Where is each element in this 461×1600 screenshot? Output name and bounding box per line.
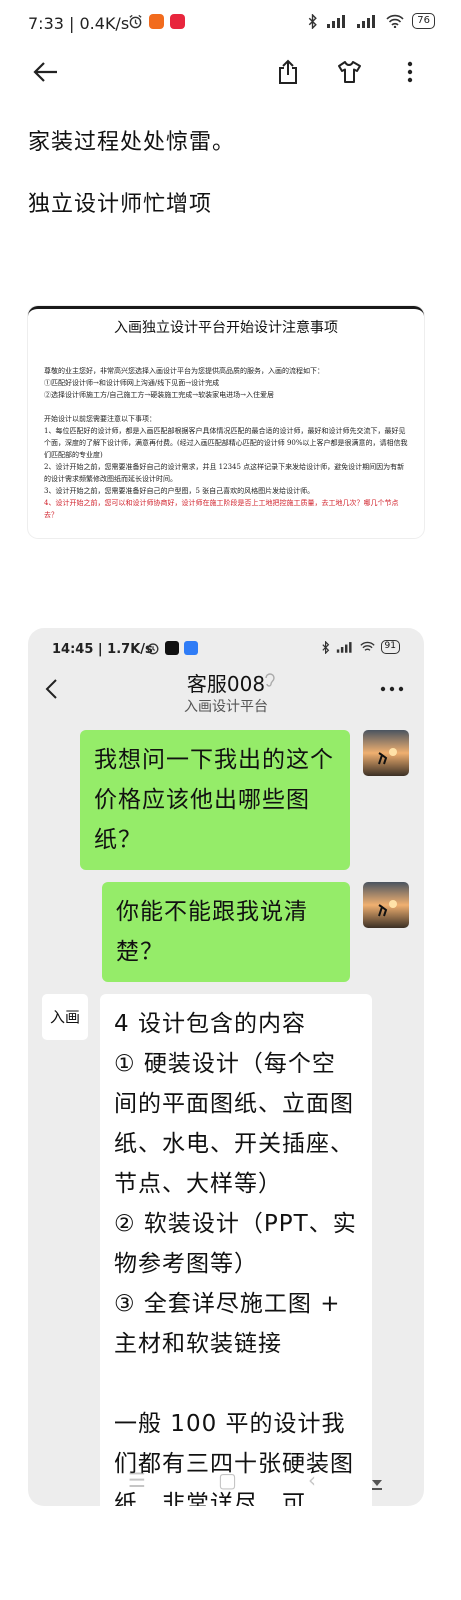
post-text-line: 家装过程处处惊雷。 — [28, 130, 236, 155]
chat-status-right-icons: 91 — [321, 640, 400, 654]
document-paragraph: 2、设计开始之前，您需要准备好自己的设计需求，并且 12345 点这样记录下来发… — [44, 463, 405, 483]
document-paragraph: 3、设计开始之前，您需要准备好自己的户型图，5 张自己喜欢的风格图片发给设计师。 — [44, 487, 315, 495]
alarm-icon — [147, 643, 159, 655]
avatar — [363, 882, 409, 928]
signal-icon — [336, 642, 352, 653]
chat-status-bar: 14:45 | 1.7K/s 91 — [28, 628, 424, 668]
message-bubble-sent: 我想问一下我出的这个价格应该他出哪些图纸？ — [80, 730, 350, 870]
chat-screenshot-image[interactable]: 14:45 | 1.7K/s 91 客服008 入画设计平台 我想问一下我出的这… — [28, 628, 424, 1506]
document-paragraph: 尊敬的业主您好，非常高兴您选择入画设计平台为您提供高品质的服务，入画的流程如下： — [44, 367, 324, 375]
signal-icon — [327, 15, 346, 28]
service-logo-avatar: 入画 — [42, 994, 88, 1040]
document-body: 尊敬的业主您好，非常高兴您选择入画设计平台为您提供高品质的服务，入画的流程如下：… — [28, 365, 424, 521]
top-app-bar — [0, 48, 461, 96]
document-paragraph: 开始设计以前您需要注意以下事项： — [44, 415, 156, 423]
status-time: 7:33 | 0.4K/s — [28, 14, 130, 33]
document-paragraph-highlight: 4、设计开始之前，您可以和设计师协商好，设计师在施工阶段是否上工地把控施工质量，… — [44, 499, 399, 519]
back-button[interactable] — [30, 56, 62, 88]
app-notification-icon — [165, 641, 179, 655]
document-paragraph: ②选择设计师施工方/自己施工方→硬装施工完成→软装家电进场→入住爱居 — [44, 391, 274, 399]
back-icon: ‹ — [308, 1468, 316, 1492]
menu-icon: ☰ — [128, 1468, 146, 1492]
home-icon: ▢ — [218, 1468, 237, 1492]
theme-button[interactable] — [333, 56, 365, 88]
status-bar: 7:33 | 0.4K/s 76 — [0, 0, 461, 48]
status-notification-icons — [128, 14, 185, 29]
document-image[interactable]: 入画独立设计平台开始设计注意事项 尊敬的业主您好，非常高兴您选择入画设计平台为您… — [28, 306, 424, 538]
post-text-line: 独立设计师忙增项 — [28, 192, 213, 217]
chat-header: 客服008 入画设计平台 — [28, 668, 424, 724]
scroll-down-icon — [372, 1480, 382, 1490]
alarm-icon — [129, 14, 142, 29]
share-icon — [279, 59, 297, 84]
tshirt-icon — [338, 61, 361, 83]
chat-nav-bar: ☰ ▢ ‹ — [28, 1458, 424, 1506]
battery-icon: 91 — [380, 640, 400, 654]
arrow-left-icon — [33, 62, 57, 82]
share-button[interactable] — [272, 56, 304, 88]
more-options-button[interactable] — [394, 56, 426, 88]
avatar — [363, 730, 409, 776]
wifi-icon — [386, 14, 404, 28]
chat-contact-name: 客服008 — [186, 672, 266, 696]
message-bubble-received: 4 设计包含的内容 ① 硬装设计（每个空间的平面图纸、立面图纸、水电、开关插座、… — [100, 994, 372, 1506]
wifi-icon — [359, 641, 375, 651]
chat-contact-subtitle: 入画设计平台 — [184, 699, 268, 715]
chat-status-time: 14:45 | 1.7K/s — [52, 642, 153, 657]
document-paragraph: 1、每位匹配好的设计师，都是入画匹配部根据客户具体情况匹配的最合适的设计师，最好… — [44, 427, 408, 459]
status-right-icons: 76 — [308, 13, 435, 29]
more-vertical-icon — [407, 61, 413, 83]
more-horizontal-icon — [380, 686, 404, 692]
app-notification-icon — [184, 641, 198, 655]
bluetooth-icon — [309, 13, 318, 29]
ear-icon — [265, 673, 275, 687]
document-title: 入画独立设计平台开始设计注意事项 — [114, 320, 338, 336]
battery-icon: 76 — [412, 13, 435, 29]
document-paragraph: ①匹配好设计师→和设计师网上沟通/线下见面→设计完成 — [44, 379, 220, 387]
bluetooth-icon — [321, 640, 329, 654]
app-notification-icon — [170, 14, 185, 29]
message-bubble-sent: 你能不能跟我说清楚？ — [102, 882, 350, 982]
app-notification-icon — [149, 14, 164, 29]
signal-icon — [357, 15, 376, 28]
